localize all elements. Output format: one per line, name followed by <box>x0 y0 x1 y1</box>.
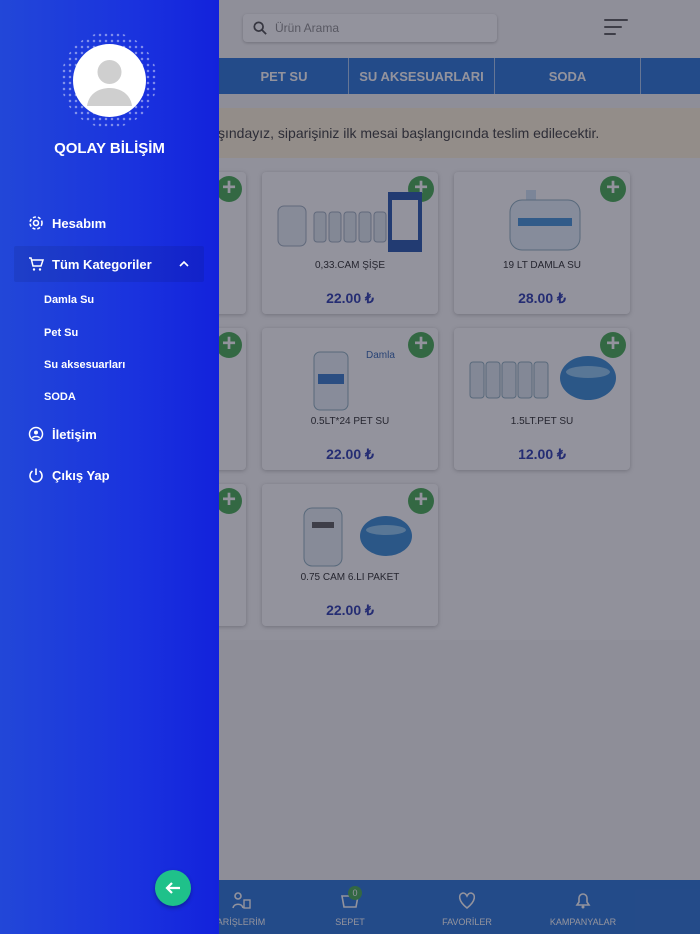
side-drawer: QOLAY BİLİŞİM Hesabım Tüm Kategoriler Da… <box>0 0 219 934</box>
subcategory-damla-su[interactable]: Damla Su <box>44 294 94 306</box>
menu-logout-label: Çıkış Yap <box>52 467 110 483</box>
subcategory-soda[interactable]: SODA <box>44 391 76 403</box>
menu-contact-label: İletişim <box>52 426 97 442</box>
subcategory-pet-su[interactable]: Pet Su <box>44 327 78 339</box>
contact-icon <box>28 426 44 442</box>
menu-account[interactable]: Hesabım <box>14 205 204 241</box>
gear-icon <box>29 216 43 230</box>
menu-account-label: Hesabım <box>52 215 107 231</box>
menu-contact[interactable]: İletişim <box>14 416 204 452</box>
user-name: QOLAY BİLİŞİM <box>54 140 165 157</box>
menu-all-categories[interactable]: Tüm Kategoriler <box>14 246 204 282</box>
subcategory-su-aksesuarlari[interactable]: Su aksesuarları <box>44 359 125 371</box>
chevron-up-icon[interactable] <box>178 258 190 270</box>
menu-all-categories-label: Tüm Kategoriler <box>52 256 152 272</box>
menu-logout[interactable]: Çıkış Yap <box>14 457 204 493</box>
cart-icon <box>29 257 44 271</box>
power-icon <box>29 468 43 483</box>
close-drawer-button[interactable] <box>155 870 191 906</box>
user-placeholder-icon <box>87 60 132 106</box>
avatar[interactable] <box>73 44 146 117</box>
arrow-left-icon <box>165 882 180 894</box>
